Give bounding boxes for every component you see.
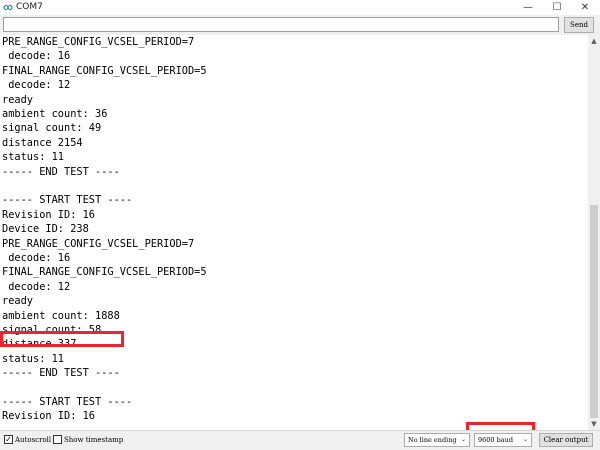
output-line: FINAL_RANGE_CONFIG_VCSEL_PERIOD=5 — [2, 64, 207, 77]
distance-highlight-box — [0, 331, 124, 347]
output-line: ambient count: 1888 — [2, 309, 120, 322]
scroll-down-arrow-icon[interactable]: ▼ — [588, 418, 600, 430]
output-line: ready — [2, 93, 33, 106]
output-line: ----- END TEST ---- — [2, 165, 120, 178]
vertical-scrollbar[interactable]: ▲ ▼ — [588, 35, 600, 430]
output-line: FINAL_RANGE_CONFIG_VCSEL_PERIOD=5 — [2, 266, 207, 279]
output-line: decode: 12 — [2, 280, 71, 293]
output-line: distance 2154 — [2, 136, 83, 149]
arduino-infinity-icon — [3, 4, 13, 11]
show-timestamp-checkbox[interactable] — [53, 435, 62, 444]
autoscroll-label: Autoscroll — [15, 436, 52, 444]
chevron-down-icon: ⌄ — [522, 436, 528, 443]
serial-output-area[interactable]: PRE_RANGE_CONFIG_VCSEL_PERIOD=7 decode: … — [0, 35, 588, 430]
output-line: ----- START TEST ---- — [2, 396, 133, 408]
output-line: PRE_RANGE_CONFIG_VCSEL_PERIOD=7 — [2, 237, 195, 250]
minimize-button[interactable]: — — [514, 0, 542, 15]
close-button[interactable]: ✕ — [571, 0, 599, 15]
output-line: signal count: 49 — [2, 122, 102, 135]
baud-rate-select[interactable]: 9600 baud ⌄ — [474, 433, 532, 447]
line-ending-select[interactable]: No line ending ⌄ — [404, 433, 470, 447]
output-line: status: 11 — [2, 352, 64, 365]
send-input[interactable] — [3, 17, 559, 32]
title-bar: COM7 — ☐ ✕ — [0, 0, 600, 15]
window-title: COM7 — [16, 2, 43, 12]
autoscroll-checkbox[interactable]: ✓ — [4, 435, 13, 444]
chevron-down-icon: ⌄ — [460, 436, 466, 443]
baud-rate-value: 9600 baud — [478, 436, 513, 444]
output-line: decode: 12 — [2, 79, 71, 92]
line-ending-value: No line ending — [408, 436, 457, 444]
send-bar: Send — [0, 15, 600, 35]
output-line: decode: 16 — [2, 252, 71, 264]
output-line: decode: 16 — [2, 50, 71, 63]
output-line: Revision ID: 16 — [2, 410, 95, 423]
output-line: Device ID: 238 — [2, 223, 89, 236]
scrollbar-thumb[interactable] — [590, 205, 598, 418]
output-line: PRE_RANGE_CONFIG_VCSEL_PERIOD=7 — [2, 36, 195, 48]
send-button[interactable]: Send — [564, 17, 594, 33]
output-line: ambient count: 36 — [2, 108, 108, 120]
maximize-button[interactable]: ☐ — [543, 0, 571, 15]
clear-output-button[interactable]: Clear output — [539, 433, 593, 447]
output-line: status: 11 — [2, 151, 64, 164]
output-line: ready — [2, 295, 33, 308]
output-line: ----- END TEST ---- — [2, 367, 120, 380]
scroll-up-arrow-icon[interactable]: ▲ — [588, 35, 600, 47]
show-timestamp-label: Show timestamp — [64, 436, 124, 444]
output-line: Revision ID: 16 — [2, 208, 95, 221]
output-line: ----- START TEST ---- — [2, 194, 133, 207]
bottom-bar: ✓ Autoscroll Show timestamp No line endi… — [0, 430, 600, 450]
